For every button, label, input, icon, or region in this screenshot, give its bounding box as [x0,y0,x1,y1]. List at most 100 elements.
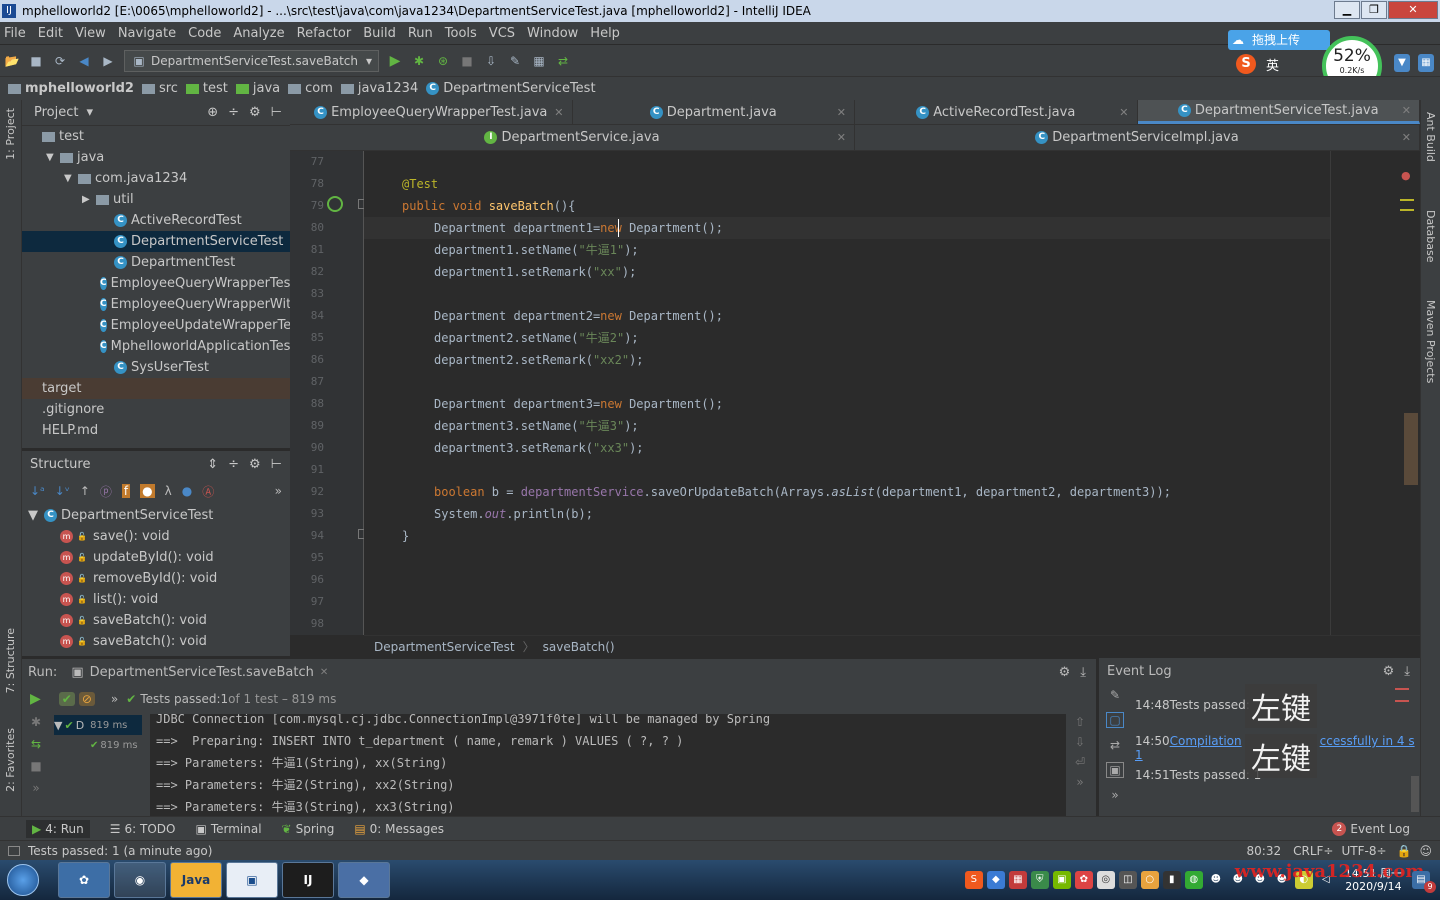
chevron-right-icon[interactable]: ▶ [82,194,96,205]
close-tab-icon[interactable]: ✕ [1119,106,1128,119]
close-tab-icon[interactable]: ✕ [320,667,328,678]
maximize-button[interactable]: ❐ [1361,1,1387,19]
project-tree-item[interactable]: C MphelloworldApplicationTests [22,336,290,357]
project-tree-item[interactable]: target [22,378,290,399]
more-icon[interactable]: » [1111,788,1118,802]
shirt-icon[interactable]: ▼ [1394,54,1410,72]
menu-code[interactable]: Code [188,26,221,41]
project-tree-item[interactable]: C SysUserTest [22,357,290,378]
menu-help[interactable]: Help [590,26,620,41]
crumb-src[interactable]: src [141,81,178,96]
tab-active-record-test[interactable]: C ActiveRecordTest.java ✕ [855,100,1138,124]
collapse-icon[interactable]: ÷ [228,105,239,120]
taskbar-app-paint[interactable]: ✿ [58,862,110,898]
flower-icon[interactable]: ✿ [1074,871,1093,889]
chevron-down-icon[interactable]: ▼ [64,173,78,184]
error-stripe-icon[interactable]: ● [1401,169,1417,187]
structure-method-item[interactable]: m 🔓 list(): void [22,589,290,610]
project-tree-item[interactable]: CEmployeeQueryWrapperWithPag [22,294,290,315]
menu-window[interactable]: Window [527,26,578,41]
crumb-java1234[interactable]: java1234 [340,81,418,96]
hide-icon[interactable]: ⊢ [271,457,282,472]
hide-icon[interactable]: ⤓ [1080,665,1086,680]
close-tab-icon[interactable]: ✕ [1402,104,1411,117]
project-panel-title[interactable]: Project [34,105,78,120]
crumb-class[interactable]: C DepartmentServiceTest [426,81,596,96]
debug-icon[interactable]: ✱ [31,715,41,729]
gear-icon[interactable]: ⚙ [1059,665,1071,680]
structure-method-item[interactable]: m 🔓 save(): void [22,526,290,547]
start-button[interactable] [0,860,46,900]
notification-icon[interactable]: ▤ 9 [1412,871,1436,893]
test-root-node[interactable]: ▼ ✔ D 819 ms [54,715,142,735]
project-tree-item[interactable]: ▼ java [22,147,290,168]
inspector-icon[interactable]: ☺ [1419,844,1432,858]
box-tray-icon[interactable]: ◆ [986,871,1005,889]
tray-app-icon[interactable]: ▮ [1162,871,1181,889]
menu-build[interactable]: Build [363,26,396,41]
open-folder-icon[interactable]: 📂 [4,53,20,69]
more-icon[interactable]: » [1076,775,1083,789]
run-test-gutter-icon[interactable] [327,196,343,212]
sogou-ime-icon[interactable]: S [1236,54,1256,74]
favorites-tool-tab[interactable]: 2: Favorites [4,728,17,792]
grid-icon[interactable]: ▦ [1418,54,1434,72]
run-configuration-select[interactable]: ▣ DepartmentServiceTest.saveBatch ▾ [124,49,380,72]
run-config-tab[interactable]: DepartmentServiceTest.saveBatch [90,665,314,680]
menu-tools[interactable]: Tools [445,26,477,41]
taskbar-app-mysql[interactable]: ◆ [338,862,390,898]
menu-file[interactable]: File [4,26,26,41]
run-tool-tab[interactable]: ▶ 4: Run [26,819,90,838]
chevron-down-icon[interactable]: ▼ [46,152,60,163]
settings-icon[interactable]: ⇄ [1110,738,1120,752]
file-encoding[interactable]: UTF-8÷ [1341,844,1386,858]
menu-vcs[interactable]: VCS [489,26,515,41]
project-tree-item[interactable]: test [22,126,290,147]
tab-department-service-impl[interactable]: C DepartmentServiceImpl.java ✕ [855,125,1420,150]
gear-icon[interactable]: ⚙ [249,105,261,120]
sort-alpha-icon[interactable]: ↓ᵃ [30,484,45,498]
fields-icon[interactable]: f [121,484,131,498]
more-icon[interactable]: » [32,781,39,795]
rerun-icon[interactable]: ▶ [30,691,41,707]
editor-gutter[interactable]: 77 78 79 80 81 82 83 84 85 86 87 88 89 90 91 92 93 94 95 96… [290,151,364,635]
project-tree-item[interactable]: .gitignore [22,399,290,420]
project-tree-item[interactable]: C EmployeeUpdateWrapperTest [22,315,290,336]
compilation-link[interactable]: Compilation [1170,734,1242,748]
ant-build-tool-tab[interactable]: Ant Build [1424,112,1437,162]
project-tree-item[interactable]: C DepartmentTest [22,252,290,273]
messages-tool-tab[interactable]: ▤ 0: Messages [354,822,444,836]
menu-view[interactable]: View [75,26,106,41]
clock[interactable]: 14:51 周一 2020/9/14 www.java1234.com [1235,863,1425,894]
non-public-icon[interactable]: ● [140,484,155,498]
back-icon[interactable]: ◀ [76,53,92,69]
more-icon[interactable]: » [111,692,118,706]
upload-widget[interactable]: ☁ 拖拽上传 [1228,30,1330,50]
project-tool-tab[interactable]: 1: Project [4,108,17,160]
lock-icon[interactable]: 🔒 [1397,844,1412,858]
maven-tool-tab[interactable]: Maven Projects [1424,300,1437,383]
qq-icon[interactable]: ☻ [1207,871,1225,889]
wrap-icon[interactable]: ⏎ [1075,755,1085,769]
project-tree-item[interactable]: ▼ com.java1234 [22,168,290,189]
settings-wrench-icon[interactable]: ✎ [507,53,523,69]
ime-language[interactable]: 英 [1266,55,1279,74]
menu-navigate[interactable]: Navigate [118,26,176,41]
project-tree-item[interactable]: C EmployeeQueryWrapperTest [22,273,290,294]
project-tree-item[interactable]: C DepartmentServiceTest [22,231,290,252]
build-icon[interactable]: ⇩ [483,53,499,69]
structure-method-item[interactable]: m 🔓 saveBatch(): void [22,631,290,652]
taskbar-app-java[interactable]: Java [170,862,222,898]
close-tab-icon[interactable]: ✕ [837,106,846,119]
project-structure-icon[interactable]: ▦ [531,53,547,69]
editor-scrollbar-thumb[interactable] [1404,413,1418,485]
event-log-scrollbar[interactable] [1411,776,1419,812]
minimize-button[interactable]: ▁ [1334,1,1360,19]
show-passed-icon[interactable]: ✔ [58,692,75,706]
menu-run[interactable]: Run [408,26,433,41]
up-arrow-icon[interactable]: ⇧ [1075,715,1085,729]
debug-icon[interactable]: ✱ [411,53,427,69]
structure-tool-tab[interactable]: 7: Structure [4,628,17,693]
expand-icon[interactable]: ⇕ [207,457,218,472]
sogou-tray-icon[interactable]: S [964,871,983,889]
